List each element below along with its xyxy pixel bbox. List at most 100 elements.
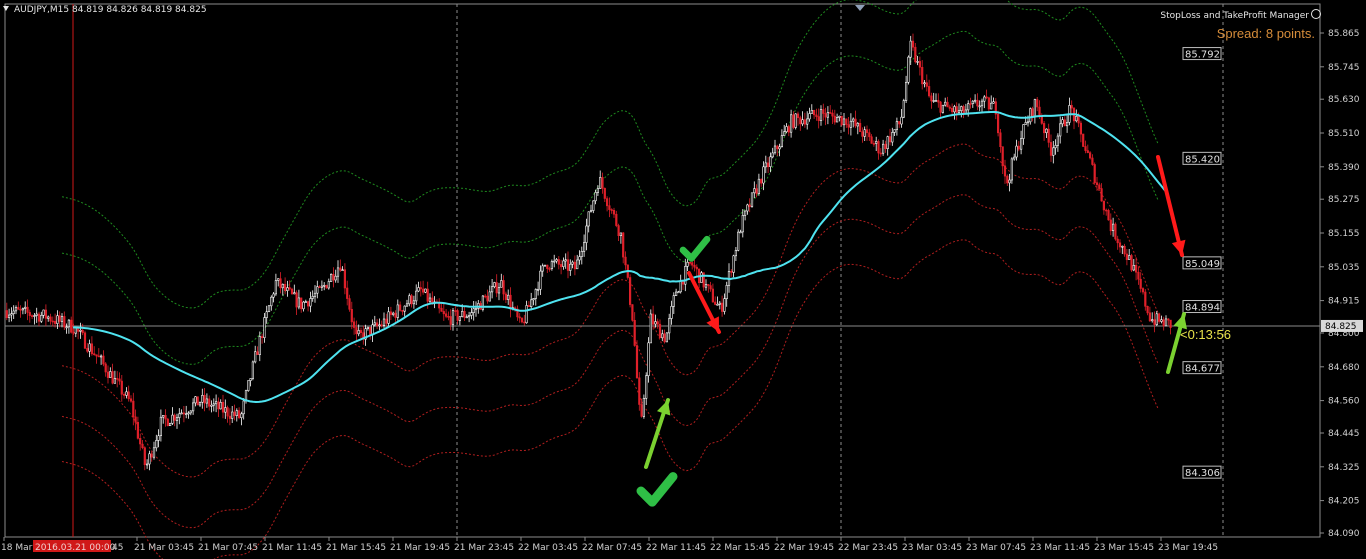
candle-body <box>589 210 593 213</box>
candle-body <box>60 316 64 322</box>
candle-body <box>826 112 829 118</box>
candle-body <box>746 204 749 212</box>
candle-body <box>387 311 390 324</box>
candle-body <box>410 295 413 305</box>
candle-body <box>771 152 774 158</box>
candle-body <box>309 298 312 307</box>
candle-body <box>909 40 912 58</box>
expert-advisor-name[interactable]: StopLoss and TakeProfit Manager <box>1160 9 1321 21</box>
candle-body <box>86 347 89 352</box>
candle-body <box>1125 253 1128 260</box>
candle-body <box>1100 188 1103 202</box>
candle-body <box>578 256 581 261</box>
candle-body <box>819 109 823 121</box>
candle-body <box>235 410 238 417</box>
candle-body <box>580 251 583 257</box>
candle-body <box>1043 123 1046 134</box>
candle-body <box>1063 119 1066 127</box>
candle-body <box>1112 223 1115 232</box>
candle-body <box>375 322 379 327</box>
candle-body <box>863 129 866 137</box>
candle-body <box>599 177 602 189</box>
price-chart[interactable]: 85.865 85.745 85.630 85.510 85.390 85.275 85.1… <box>0 0 1366 559</box>
candle-body <box>858 123 862 133</box>
candle-body <box>497 286 501 294</box>
candle-body <box>1116 238 1119 244</box>
candle-body <box>1061 119 1064 125</box>
candle-body <box>488 291 491 302</box>
candle-body <box>810 110 813 114</box>
candle-body <box>918 61 921 68</box>
candle-body <box>525 305 528 324</box>
candle-body <box>109 371 112 378</box>
candle-body <box>815 114 818 117</box>
candle-body <box>380 324 383 327</box>
candle-body <box>1160 319 1163 322</box>
candle-body <box>739 231 742 234</box>
symbol-info-text: AUDJPY,M15 84.819 84.826 84.819 84.825 <box>14 5 207 15</box>
candle-body <box>417 287 420 292</box>
time-axis-label: 22 Mar 11:45 <box>646 543 706 553</box>
candle-body <box>550 261 553 269</box>
price-axis-label: 84.205 <box>1328 497 1360 507</box>
candle-body <box>695 266 698 270</box>
candle-body <box>304 301 307 303</box>
candle-body <box>957 110 961 113</box>
candle-body <box>893 129 896 133</box>
price-axis-label: 84.680 <box>1328 363 1360 373</box>
time-axis-label: 23 Mar 15:45 <box>1094 543 1154 553</box>
candle-body <box>1056 135 1059 146</box>
candle-body <box>562 260 565 267</box>
price-axis-label: 85.390 <box>1328 163 1360 173</box>
time-axis-label: 22 Mar 23:45 <box>838 543 898 553</box>
candle-body <box>852 118 855 122</box>
candle-body <box>104 363 107 373</box>
candle-body <box>63 316 66 328</box>
candle-body <box>192 402 195 412</box>
candle-body <box>670 305 673 319</box>
candle-body <box>194 396 197 404</box>
candle-body <box>493 282 496 287</box>
candle-body <box>900 116 903 125</box>
candle-body <box>925 82 928 87</box>
candle-body <box>49 316 52 322</box>
candle-body <box>1084 146 1087 151</box>
level-tag-label: 85.792 <box>1185 50 1220 61</box>
candle-body <box>720 302 724 312</box>
candle-body <box>571 261 574 265</box>
candle-body <box>944 101 947 106</box>
candle-body <box>392 312 395 315</box>
candle-body <box>502 280 505 295</box>
candle-body <box>605 198 609 207</box>
candle-body <box>164 414 167 420</box>
level-tag-label: 85.049 <box>1185 259 1220 270</box>
candle-body <box>808 113 811 120</box>
candle-body <box>1019 138 1023 150</box>
candle-body <box>378 324 381 327</box>
time-axis <box>3 537 1162 541</box>
candle-body <box>764 162 767 168</box>
candle-body <box>159 416 163 437</box>
time-axis-label: 21 Mar 07:45 <box>198 543 258 553</box>
chart-canvas[interactable]: 85.865 85.745 85.630 85.510 85.390 85.275 85.1… <box>0 0 1366 559</box>
candle-body <box>56 315 59 324</box>
candle-body <box>454 310 457 312</box>
candle-body <box>233 411 236 417</box>
candle-body <box>838 115 841 118</box>
candle-body <box>617 225 620 237</box>
candle-body <box>849 120 852 128</box>
candle-body <box>247 380 250 392</box>
candle-body <box>624 256 627 266</box>
candle-body <box>424 288 427 293</box>
candle-body <box>672 295 675 307</box>
candle-body <box>495 282 498 294</box>
candle-body <box>999 132 1002 148</box>
candle-body <box>1036 99 1039 108</box>
chart-frame <box>4 3 1321 538</box>
candle-body <box>573 261 576 270</box>
candle-body <box>440 307 443 312</box>
candle-body <box>504 293 508 300</box>
candle-body <box>507 294 510 300</box>
candle-body <box>753 188 756 194</box>
candle-body <box>612 210 616 215</box>
